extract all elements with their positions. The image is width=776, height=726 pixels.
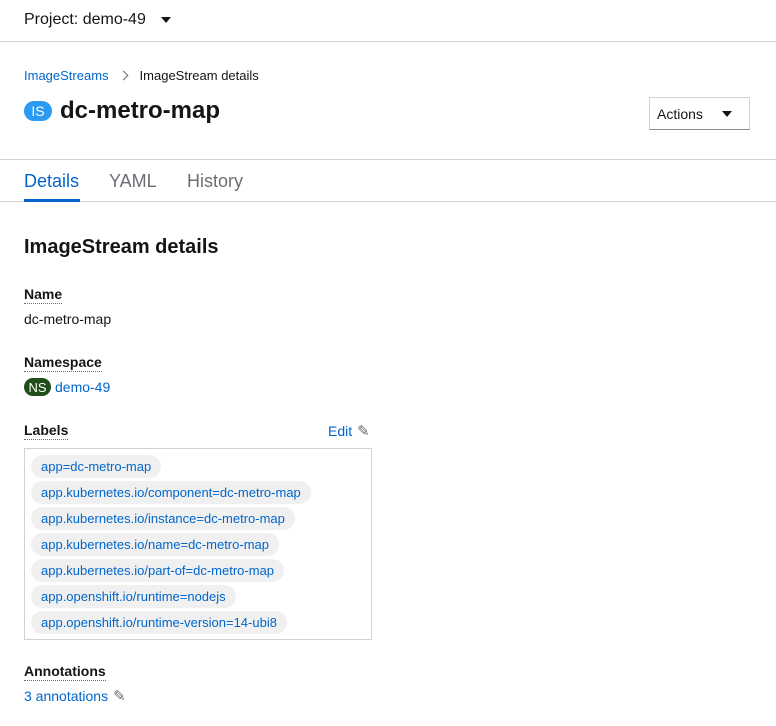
actions-label: Actions <box>657 105 703 122</box>
label-chip[interactable]: app.kubernetes.io/name=dc-metro-map <box>31 533 279 556</box>
caret-down-icon <box>722 110 732 117</box>
pencil-icon: ✎ <box>357 423 370 440</box>
edit-labels-button[interactable]: Edit ✎ <box>328 422 370 440</box>
chevron-right-icon <box>118 70 128 81</box>
label-chip[interactable]: app.openshift.io/runtime-version=14-ubi8 <box>31 611 287 634</box>
project-bar: Project: demo-49 <box>0 0 776 42</box>
section-title: ImageStream details <box>24 236 219 258</box>
edit-labels-label: Edit <box>328 423 353 439</box>
imagestream-badge: IS <box>24 101 52 121</box>
project-selector-label: Project: demo-49 <box>24 11 146 28</box>
breadcrumb: ImageStreams ImageStream details <box>24 68 259 83</box>
tab-history[interactable]: History <box>187 171 243 192</box>
namespace-value: NS demo-49 <box>24 378 110 396</box>
page-title: dc-metro-map <box>60 97 221 124</box>
breadcrumb-imagestreams-link[interactable]: ImageStreams <box>24 68 109 83</box>
annotations-edit-link[interactable]: 3 annotations ✎ <box>24 687 126 705</box>
labels-label: Labels <box>24 422 69 440</box>
namespace-badge: NS <box>24 378 51 396</box>
name-value: dc-metro-map <box>24 311 112 327</box>
breadcrumb-current: ImageStream details <box>139 68 259 83</box>
namespace-link[interactable]: demo-49 <box>55 379 110 395</box>
label-chip[interactable]: app.openshift.io/runtime=nodejs <box>31 585 236 608</box>
page-heading: IS dc-metro-map <box>24 97 220 125</box>
annotations-link[interactable]: 3 annotations <box>24 688 108 704</box>
labels-list: app=dc-metro-map app.kubernetes.io/compo… <box>24 448 372 640</box>
tab-bar: Details YAML History <box>0 159 776 202</box>
label-chip[interactable]: app=dc-metro-map <box>31 455 162 478</box>
tab-yaml[interactable]: YAML <box>109 171 157 192</box>
label-chip[interactable]: app.kubernetes.io/instance=dc-metro-map <box>31 507 295 530</box>
label-chip[interactable]: app.kubernetes.io/part-of=dc-metro-map <box>31 559 285 582</box>
active-tab-indicator <box>24 199 80 202</box>
actions-dropdown-button[interactable]: Actions <box>649 97 750 130</box>
project-selector[interactable]: Project: demo-49 <box>24 11 171 29</box>
tab-details[interactable]: Details <box>24 171 79 192</box>
label-chip[interactable]: app.kubernetes.io/component=dc-metro-map <box>31 481 311 504</box>
namespace-label: Namespace <box>24 354 102 372</box>
caret-down-icon <box>160 17 171 23</box>
annotations-label: Annotations <box>24 663 106 681</box>
name-label: Name <box>24 286 63 304</box>
pencil-icon: ✎ <box>113 688 126 705</box>
